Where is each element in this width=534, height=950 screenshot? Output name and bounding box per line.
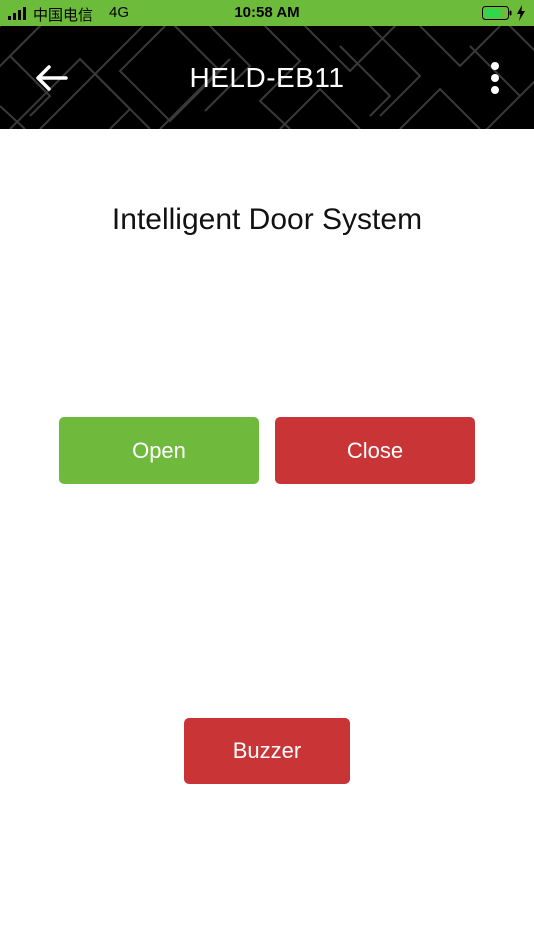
open-door-button[interactable]: Open (59, 417, 259, 484)
close-door-button[interactable]: Close (275, 417, 475, 484)
app-header: HELD-EB11 (0, 26, 534, 129)
buzzer-button[interactable]: Buzzer (184, 718, 350, 784)
status-time: 10:58 AM (234, 4, 300, 21)
system-title: Intelligent Door System (111, 203, 423, 236)
more-options-icon[interactable] (478, 58, 512, 98)
status-bar: 中国电信 4G 10:58 AM (0, 0, 534, 26)
page-header-title: HELD-EB11 (189, 62, 345, 93)
battery-icon (482, 6, 512, 20)
charging-bolt-icon (517, 5, 525, 21)
